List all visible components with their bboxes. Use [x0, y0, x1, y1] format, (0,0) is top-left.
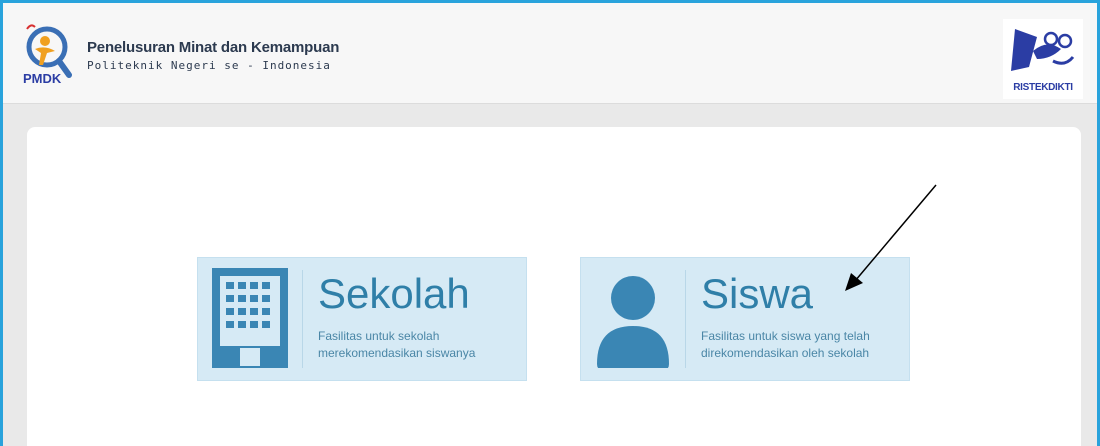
app-frame: PMDK Penelusuran Minat dan Kemampuan Pol… [0, 0, 1100, 446]
pointer-arrow-icon [845, 184, 937, 291]
